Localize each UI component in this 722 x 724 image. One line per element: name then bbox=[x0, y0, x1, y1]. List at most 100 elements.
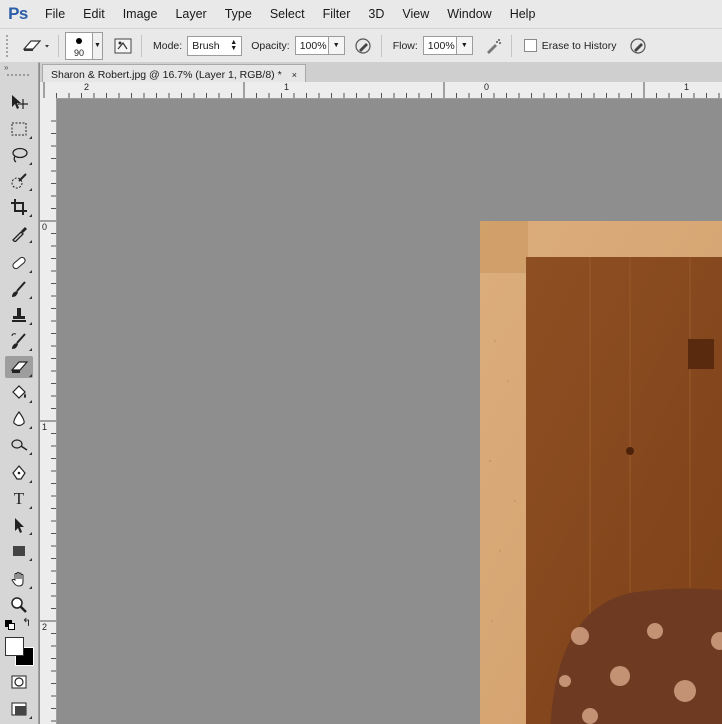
erase-to-history-label: Erase to History bbox=[541, 39, 617, 52]
eraser-tool-icon bbox=[10, 361, 29, 373]
opacity-value: 100% bbox=[299, 39, 327, 52]
menu-help[interactable]: Help bbox=[501, 0, 545, 28]
document-tab-bar: Sharon & Robert.jpg @ 16.7% (Layer 1, RG… bbox=[40, 62, 722, 84]
brush-tip-icon bbox=[76, 37, 82, 44]
tools-panel: » T ↰ bbox=[0, 62, 39, 724]
flow-value: 100% bbox=[427, 39, 455, 52]
paint-bucket-tool[interactable] bbox=[5, 382, 33, 404]
options-bar: 90 ▼ Mode: Brush ▲ ▼ Opacity: 100% ▼ Flow… bbox=[0, 28, 722, 63]
brush-panel-icon bbox=[114, 38, 132, 53]
separator bbox=[380, 34, 382, 57]
menu-3d[interactable]: 3D bbox=[359, 0, 393, 28]
default-colors-icon[interactable] bbox=[5, 620, 15, 630]
quick-selection-tool[interactable] bbox=[5, 170, 33, 192]
hand-tool[interactable] bbox=[5, 568, 33, 590]
dodge-tool[interactable] bbox=[5, 434, 33, 456]
history-brush-tool[interactable] bbox=[5, 330, 33, 352]
pen-tool[interactable] bbox=[5, 462, 33, 484]
horizontal-ruler-ticks bbox=[43, 82, 720, 98]
menu-filter[interactable]: Filter bbox=[314, 0, 360, 28]
mode-select[interactable]: Brush ▲ ▼ bbox=[187, 35, 243, 56]
menu-type[interactable]: Type bbox=[216, 0, 261, 28]
ruler-label: 1 bbox=[684, 82, 690, 92]
erase-to-history-checkbox[interactable] bbox=[523, 39, 537, 52]
history-brush-tool-icon bbox=[11, 333, 26, 349]
screen-mode-icon bbox=[11, 702, 27, 716]
photoshop-logo: Ps bbox=[8, 4, 28, 23]
flow-input[interactable]: 100% bbox=[422, 36, 457, 55]
blur-tool-icon bbox=[13, 410, 25, 427]
separator bbox=[141, 34, 142, 57]
path-selection-tool-icon bbox=[15, 518, 24, 533]
toggle-brush-panel-button[interactable] bbox=[111, 34, 135, 58]
ruler-label: 0 bbox=[484, 82, 490, 92]
rectangular-marquee-tool-icon bbox=[11, 122, 27, 136]
path-selection-tool[interactable] bbox=[5, 514, 33, 536]
opacity-dropdown[interactable]: ▼ bbox=[328, 36, 345, 55]
flow-dropdown[interactable]: ▼ bbox=[456, 36, 473, 55]
spot-healing-brush-tool-icon bbox=[12, 256, 26, 270]
quick-mask-icon bbox=[11, 675, 27, 689]
type-tool[interactable]: T bbox=[5, 488, 33, 510]
document-tab[interactable]: Sharon & Robert.jpg @ 16.7% (Layer 1, RG… bbox=[42, 64, 306, 84]
menu-select[interactable]: Select bbox=[261, 0, 314, 28]
type-tool-icon: T bbox=[13, 489, 25, 508]
opacity-input[interactable]: 100% bbox=[294, 36, 329, 55]
screen-mode-button[interactable] bbox=[5, 698, 33, 720]
brush-tool[interactable] bbox=[5, 278, 33, 300]
eraser-preset-icon bbox=[22, 39, 49, 51]
brush-size-preview[interactable]: 90 bbox=[65, 31, 93, 60]
opacity-label: Opacity: bbox=[251, 39, 290, 52]
rectangle-tool[interactable] bbox=[5, 540, 33, 562]
crop-tool-icon bbox=[11, 199, 27, 215]
vertical-ruler[interactable]: 0 1 2 bbox=[40, 98, 57, 724]
pressure-size-button[interactable] bbox=[626, 34, 650, 58]
zoom-tool[interactable] bbox=[5, 594, 33, 616]
ruler-label: 1 bbox=[284, 82, 290, 92]
spot-healing-brush-tool[interactable] bbox=[5, 252, 33, 274]
menu-file[interactable]: File bbox=[36, 0, 74, 28]
clone-stamp-tool-icon bbox=[12, 308, 26, 322]
horizontal-ruler[interactable]: 2 1 0 1 bbox=[40, 82, 722, 99]
swap-colors-icon[interactable]: ↰ bbox=[22, 616, 31, 629]
menu-layer[interactable]: Layer bbox=[166, 0, 215, 28]
move-tool[interactable] bbox=[5, 91, 33, 113]
menu-bar: Ps File Edit Image Layer Type Select Fil… bbox=[0, 0, 722, 28]
foreground-color-swatch[interactable] bbox=[5, 637, 24, 656]
eyedropper-tool-icon bbox=[12, 227, 27, 242]
close-tab-icon[interactable]: × bbox=[292, 70, 297, 80]
quick-selection-tool-icon bbox=[11, 173, 27, 189]
blur-tool[interactable] bbox=[5, 408, 33, 430]
options-bar-grip[interactable] bbox=[6, 34, 18, 57]
eyedropper-tool[interactable] bbox=[5, 222, 33, 244]
menu-window[interactable]: Window bbox=[438, 0, 500, 28]
menu-view[interactable]: View bbox=[393, 0, 438, 28]
brush-picker-dropdown[interactable]: ▼ bbox=[93, 31, 103, 60]
tool-preset-picker[interactable] bbox=[18, 34, 52, 58]
document-tab-title: Sharon & Robert.jpg @ 16.7% (Layer 1, RG… bbox=[51, 68, 282, 81]
quick-mask-button[interactable] bbox=[5, 671, 33, 693]
photo-content bbox=[480, 221, 722, 724]
airbrush-button[interactable] bbox=[481, 34, 505, 58]
document-canvas[interactable] bbox=[57, 99, 722, 724]
clone-stamp-tool[interactable] bbox=[5, 304, 33, 326]
ruler-label: 2 bbox=[42, 622, 48, 632]
menu-edit[interactable]: Edit bbox=[74, 0, 114, 28]
crop-tool[interactable] bbox=[5, 196, 33, 218]
collapse-panel-icon[interactable]: » bbox=[4, 63, 9, 72]
lasso-tool-icon bbox=[12, 147, 28, 163]
tools-panel-grip[interactable] bbox=[7, 74, 29, 76]
brush-size-value: 90 bbox=[73, 47, 84, 58]
airbrush-icon bbox=[486, 38, 501, 54]
rectangular-marquee-tool[interactable] bbox=[5, 118, 33, 140]
separator bbox=[58, 34, 59, 57]
ruler-label: 0 bbox=[42, 222, 48, 232]
paint-bucket-tool-icon bbox=[12, 385, 26, 399]
eraser-tool[interactable] bbox=[5, 356, 33, 378]
menu-image[interactable]: Image bbox=[114, 0, 167, 28]
pressure-opacity-button[interactable] bbox=[351, 34, 375, 58]
ruler-label: 1 bbox=[42, 422, 48, 432]
lasso-tool[interactable] bbox=[5, 144, 33, 166]
separator bbox=[510, 34, 512, 57]
pressure-size-icon bbox=[629, 37, 646, 54]
